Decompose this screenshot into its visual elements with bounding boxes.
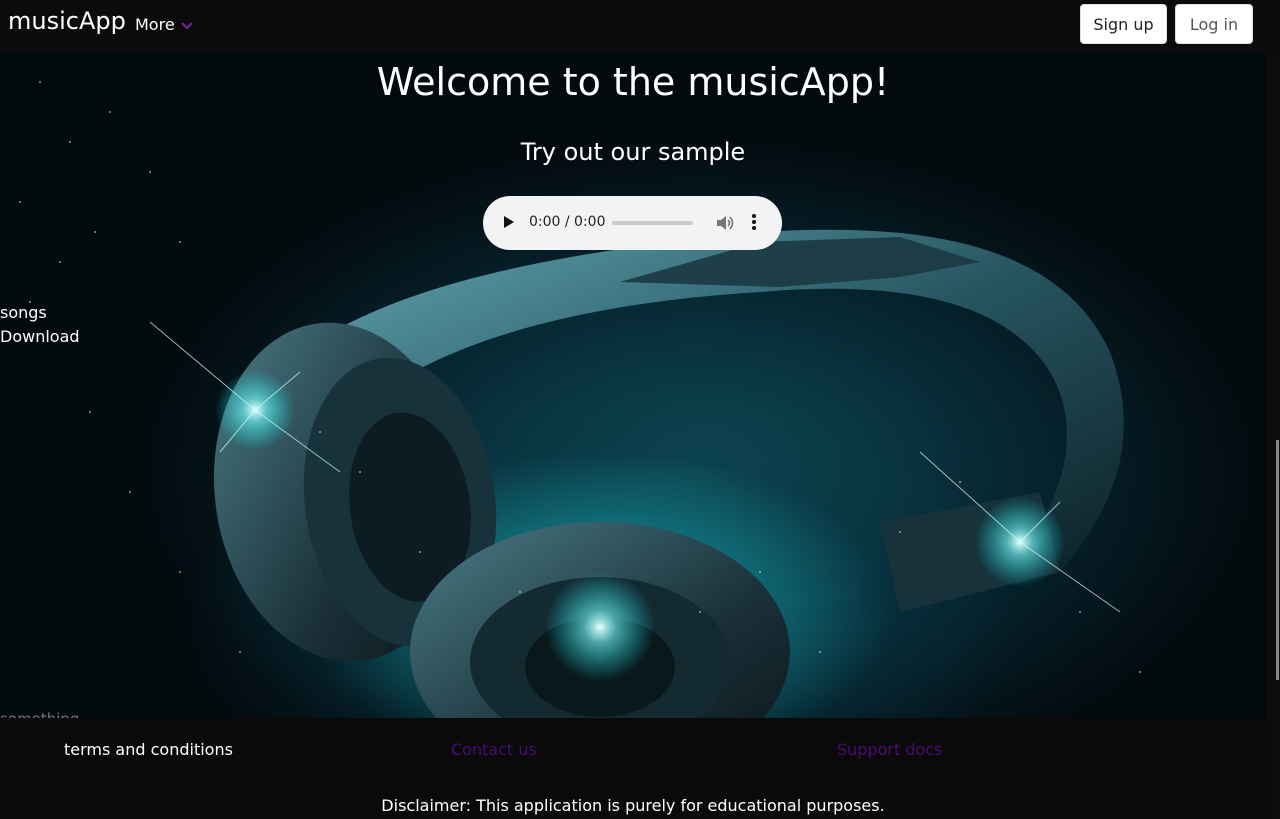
log-in-button[interactable]: Log in [1175, 4, 1253, 44]
audio-seek-bar[interactable] [612, 221, 693, 225]
more-dropdown-label: More [135, 15, 175, 34]
chevron-down-icon [180, 22, 193, 30]
top-navbar: musicApp More Sign up Log in [0, 0, 1280, 52]
disclaimer-text: Disclaimer: This application is purely f… [381, 796, 885, 815]
brand-logo[interactable]: musicApp [8, 7, 126, 35]
scrollbar-thumb[interactable] [1276, 440, 1279, 680]
play-icon[interactable] [503, 215, 515, 229]
more-vertical-icon[interactable] [751, 213, 757, 231]
terms-link[interactable]: terms and conditions [64, 740, 233, 759]
audio-player[interactable]: 0:00 / 0:00 [483, 196, 782, 250]
scrollbar-track[interactable] [1266, 52, 1280, 819]
support-docs-link[interactable]: Support docs [837, 740, 942, 759]
download-link[interactable]: Download [0, 325, 80, 349]
more-dropdown[interactable]: More [135, 15, 193, 34]
contact-link[interactable]: Contact us [451, 740, 537, 759]
volume-icon[interactable] [715, 214, 735, 232]
audio-time: 0:00 / 0:00 [529, 214, 606, 230]
hero-section: Welcome to the musicApp! Try out our sam… [0, 52, 1266, 718]
side-links: songs Download [0, 301, 80, 349]
page-title: Welcome to the musicApp! [376, 60, 890, 104]
sign-up-button[interactable]: Sign up [1080, 4, 1167, 44]
sample-subtitle: Try out our sample [520, 138, 746, 166]
songs-link[interactable]: songs [0, 301, 80, 325]
something-text: something [0, 710, 79, 718]
footer: terms and conditions Contact us Support … [0, 718, 1266, 819]
